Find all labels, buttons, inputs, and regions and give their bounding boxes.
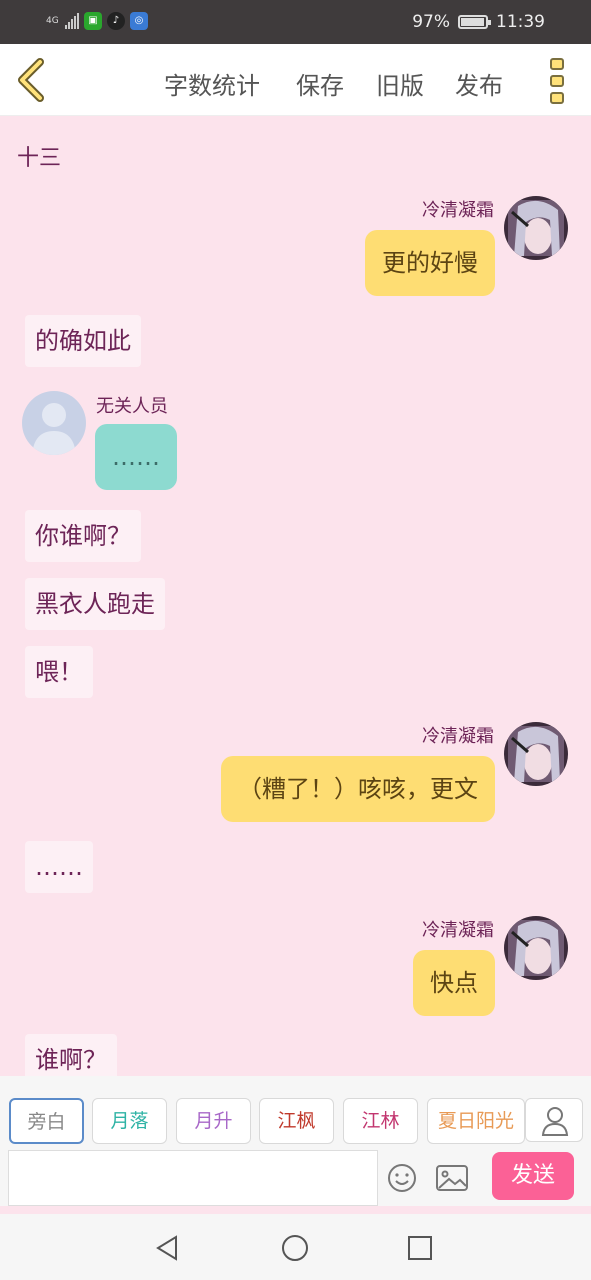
word-count-button[interactable]: 字数统计	[164, 66, 260, 101]
share-app-icon: ◎	[130, 12, 148, 30]
menu-dot	[550, 75, 564, 87]
old-version-button[interactable]: 旧版	[376, 66, 424, 101]
tiktok-icon: ♪	[107, 12, 125, 30]
person-outline-icon	[541, 1107, 569, 1136]
composer-bar: 发送	[0, 1148, 591, 1206]
publish-button[interactable]: 发布	[455, 66, 503, 101]
sender-name: 冷清凝霜	[422, 726, 494, 747]
emoji-button[interactable]	[386, 1162, 418, 1194]
more-menu-button[interactable]	[550, 58, 566, 104]
sender-name: 冷清凝霜	[422, 920, 494, 941]
battery-level	[461, 18, 485, 26]
narration-text[interactable]: 的确如此	[25, 315, 141, 367]
smiley-icon	[388, 1164, 416, 1192]
role-selector-bar: 旁白 月落 月升 江枫 江林 夏日阳光	[0, 1076, 591, 1148]
role-jianglin[interactable]: 江林	[343, 1098, 418, 1144]
image-button[interactable]	[434, 1162, 470, 1194]
narration-text[interactable]: 谁啊？	[25, 1034, 117, 1076]
battery-percent: 97%	[412, 12, 450, 32]
role-xiariyangguang[interactable]: 夏日阳光	[427, 1098, 525, 1144]
narration-text[interactable]: 喂！	[25, 646, 93, 698]
add-role-button[interactable]	[525, 1098, 583, 1142]
anime-avatar-icon	[504, 196, 568, 260]
back-button[interactable]	[14, 58, 50, 102]
menu-dot	[550, 58, 564, 70]
role-yueluo[interactable]: 月落	[92, 1098, 167, 1144]
anime-avatar-icon	[504, 916, 568, 980]
role-yuesheng[interactable]: 月升	[176, 1098, 251, 1144]
signal-icon	[65, 13, 79, 29]
avatar[interactable]	[504, 196, 568, 260]
image-icon	[436, 1165, 468, 1191]
iqiyi-icon: ▣	[84, 12, 102, 30]
home-circle-icon[interactable]	[279, 1232, 311, 1264]
avatar[interactable]	[504, 722, 568, 786]
role-narrator[interactable]: 旁白	[9, 1098, 84, 1144]
avatar[interactable]	[504, 916, 568, 980]
message-bubble[interactable]: 更的好慢	[365, 230, 495, 296]
sender-name: 无关人员	[96, 396, 168, 417]
anime-avatar-icon	[504, 722, 568, 786]
chat-area[interactable]: 十三 冷清凝霜 更的好慢 的确如此 无关人员 …… 你谁啊？ 黑衣人跑走 喂！ …	[0, 116, 591, 1076]
top-nav: 字数统计 保存 旧版 发布	[0, 44, 591, 116]
message-bubble[interactable]: （糟了！）咳咳，更文	[221, 756, 495, 822]
network-type: 4G	[46, 15, 59, 26]
menu-dot	[550, 92, 564, 104]
status-left: 4G ▣ ♪ ◎	[46, 12, 148, 30]
send-button[interactable]: 发送	[492, 1152, 574, 1200]
message-bubble[interactable]: ……	[95, 424, 177, 490]
recents-square-icon[interactable]	[404, 1232, 436, 1264]
message-input[interactable]	[8, 1150, 378, 1206]
sender-name: 冷清凝霜	[422, 200, 494, 221]
narration-text[interactable]: ……	[25, 841, 93, 893]
system-nav-bar	[0, 1214, 591, 1280]
message-bubble[interactable]: 快点	[413, 950, 495, 1016]
chapter-title: 十三	[17, 146, 62, 171]
narration-text[interactable]: 黑衣人跑走	[25, 578, 165, 630]
status-right: 97% 11:39	[412, 12, 545, 32]
person-icon	[22, 391, 86, 455]
chevron-left-icon	[18, 58, 44, 102]
avatar-placeholder[interactable]	[22, 391, 86, 455]
narration-text[interactable]: 你谁啊？	[25, 510, 141, 562]
clock: 11:39	[496, 12, 545, 32]
status-bar: 4G ▣ ♪ ◎ 97% 11:39	[0, 0, 591, 44]
back-triangle-icon[interactable]	[152, 1232, 184, 1264]
battery-icon	[458, 15, 491, 29]
save-button[interactable]: 保存	[296, 66, 344, 101]
role-jiangfeng[interactable]: 江枫	[259, 1098, 334, 1144]
